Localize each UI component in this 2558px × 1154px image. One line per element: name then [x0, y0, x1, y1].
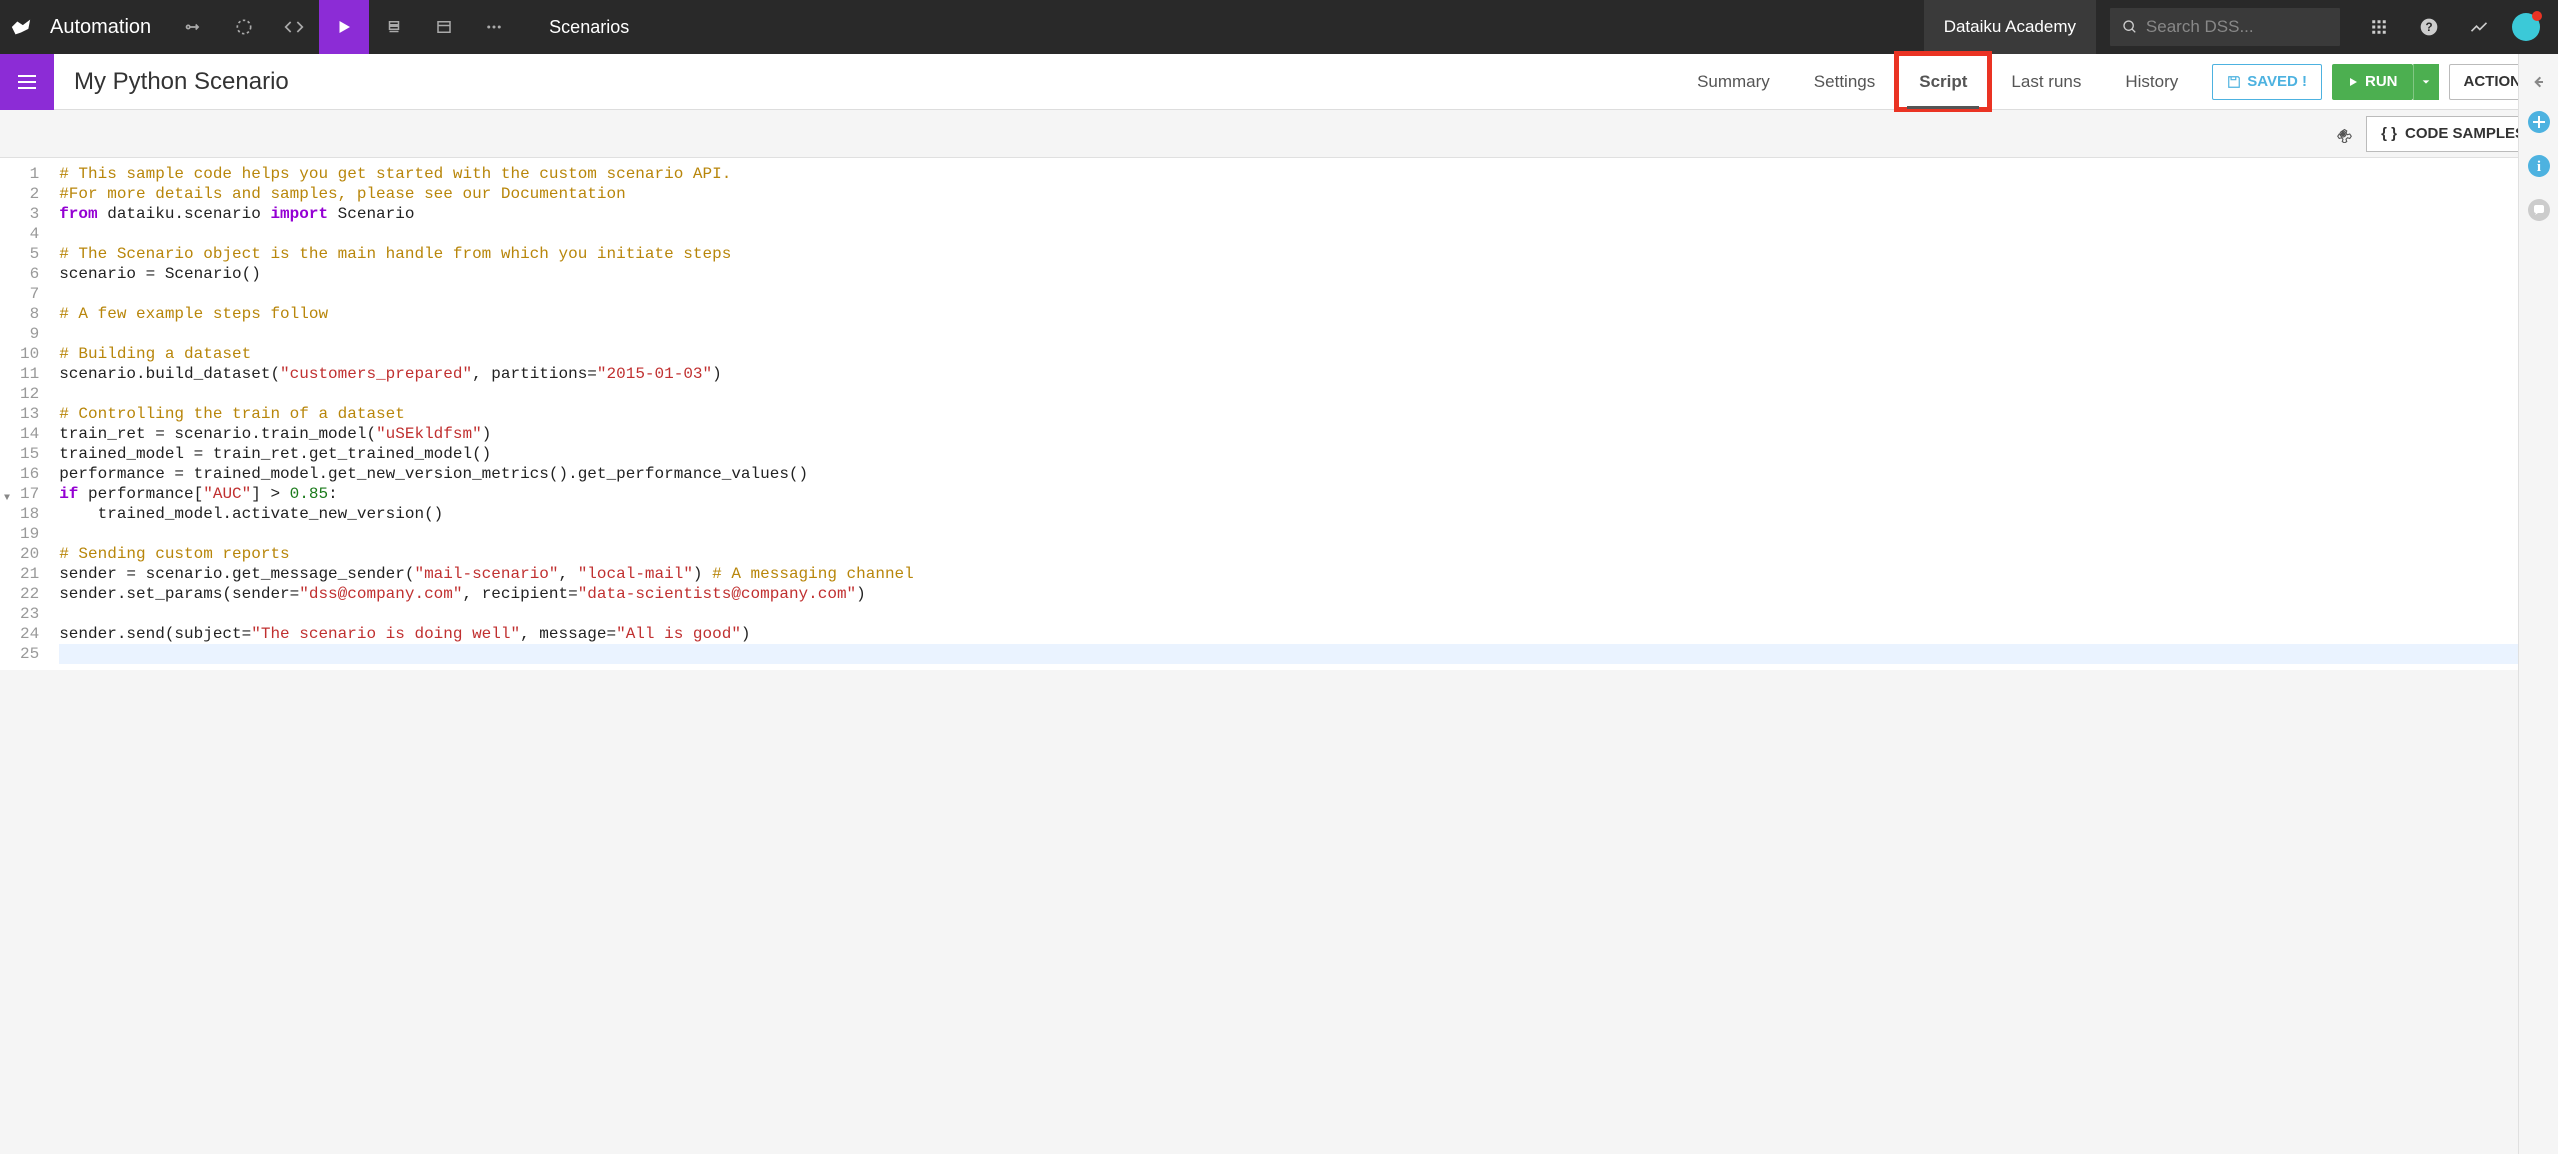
code-line[interactable] [59, 524, 2548, 544]
topbar-left: Automation [0, 0, 519, 54]
tab-summary[interactable]: Summary [1675, 54, 1792, 109]
play-icon[interactable] [319, 0, 369, 54]
topbar-right: Dataiku Academy ? [1924, 0, 2558, 54]
search-icon [2122, 18, 2138, 36]
dataiku-logo-icon[interactable] [0, 0, 42, 54]
code-line[interactable] [59, 604, 2548, 624]
code-line[interactable]: # This sample code helps you get started… [59, 164, 2548, 184]
topbar-nav-icons [169, 0, 519, 54]
tab-last-runs[interactable]: Last runs [1989, 54, 2103, 109]
save-icon [2227, 75, 2241, 89]
circle-dashed-icon[interactable] [219, 0, 269, 54]
play-small-icon [2347, 76, 2359, 88]
run-button-group: RUN [2332, 64, 2439, 100]
braces-icon: { } [2381, 125, 2397, 142]
code-line[interactable] [59, 644, 2548, 664]
panel-icon[interactable] [419, 0, 469, 54]
tab-settings[interactable]: Settings [1792, 54, 1897, 109]
topbar-center: Scenarios [519, 17, 1924, 38]
code-line[interactable]: from dataiku.scenario import Scenario [59, 204, 2548, 224]
saved-button[interactable]: SAVED ! [2212, 64, 2322, 100]
search-box[interactable] [2110, 8, 2340, 46]
user-avatar[interactable] [2512, 13, 2540, 41]
code-line[interactable]: sender.set_params(sender="dss@company.co… [59, 584, 2548, 604]
tab-history[interactable]: History [2103, 54, 2200, 109]
plus-circle-icon[interactable] [2527, 110, 2551, 134]
more-icon[interactable] [469, 0, 519, 54]
chat-circle-icon[interactable] [2527, 198, 2551, 222]
code-line[interactable]: # A few example steps follow [59, 304, 2548, 324]
tab-script[interactable]: Script [1897, 54, 1989, 109]
code-line[interactable]: scenario.build_dataset("customers_prepar… [59, 364, 2548, 384]
stack-icon[interactable] [369, 0, 419, 54]
code-line[interactable]: # Controlling the train of a dataset [59, 404, 2548, 424]
editor-container: 12345678910111213141516▼1718192021222324… [0, 158, 2558, 670]
code-line[interactable] [59, 324, 2548, 344]
info-circle-icon[interactable]: i [2527, 154, 2551, 178]
collapse-arrow-icon[interactable] [2531, 74, 2547, 90]
editor-toolbar: { } CODE SAMPLES [0, 110, 2558, 158]
code-line[interactable]: if performance["AUC"] > 0.85: [59, 484, 2548, 504]
breadcrumb-label[interactable]: Scenarios [549, 17, 629, 38]
code-icon[interactable] [269, 0, 319, 54]
code-line[interactable]: sender.send(subject="The scenario is doi… [59, 624, 2548, 644]
scenario-tabs: SummarySettingsScriptLast runsHistory [1675, 54, 2200, 109]
code-line[interactable]: trained_model.activate_new_version() [59, 504, 2548, 524]
help-icon[interactable]: ? [2404, 0, 2454, 54]
code-line[interactable]: # Building a dataset [59, 344, 2548, 364]
scenario-actions: SAVED ! RUN ACTIONS [2200, 64, 2558, 100]
line-gutter: 12345678910111213141516▼1718192021222324… [0, 158, 49, 670]
academy-link[interactable]: Dataiku Academy [1924, 0, 2096, 54]
scenario-title: My Python Scenario [54, 68, 309, 96]
gear-icon[interactable] [2334, 125, 2352, 143]
code-line[interactable]: performance = trained_model.get_new_vers… [59, 464, 2548, 484]
run-dropdown[interactable] [2413, 64, 2439, 100]
svg-text:i: i [2536, 159, 2540, 175]
code-line[interactable] [59, 224, 2548, 244]
right-rail: i [2518, 54, 2558, 1154]
code-line[interactable] [59, 384, 2548, 404]
apps-grid-icon[interactable] [2354, 0, 2404, 54]
scenario-header: My Python Scenario SummarySettingsScript… [0, 54, 2558, 110]
code-line[interactable]: trained_model = train_ret.get_trained_mo… [59, 444, 2548, 464]
saved-label: SAVED ! [2247, 73, 2307, 90]
code-line[interactable]: # The Scenario object is the main handle… [59, 244, 2548, 264]
code-samples-label: CODE SAMPLES [2405, 125, 2525, 142]
code-line[interactable]: sender = scenario.get_message_sender("ma… [59, 564, 2548, 584]
code-line[interactable]: train_ret = scenario.train_model("uSEkld… [59, 424, 2548, 444]
flow-icon[interactable] [169, 0, 219, 54]
code-body[interactable]: # This sample code helps you get started… [49, 158, 2558, 670]
run-button[interactable]: RUN [2332, 64, 2413, 100]
top-navigation: Automation Scenarios Dataiku Academy ? [0, 0, 2558, 54]
code-line[interactable]: #For more details and samples, please se… [59, 184, 2548, 204]
run-label: RUN [2365, 73, 2398, 90]
search-input[interactable] [2146, 17, 2328, 37]
fold-marker-icon[interactable]: ▼ [4, 489, 10, 509]
chevron-down-icon [2421, 77, 2431, 87]
code-line[interactable] [59, 284, 2548, 304]
activity-icon[interactable] [2454, 0, 2504, 54]
code-line[interactable]: scenario = Scenario() [59, 264, 2548, 284]
code-line[interactable]: # Sending custom reports [59, 544, 2548, 564]
scenario-list-icon[interactable] [0, 54, 54, 110]
code-editor[interactable]: 12345678910111213141516▼1718192021222324… [0, 158, 2558, 670]
code-samples-button[interactable]: { } CODE SAMPLES [2366, 116, 2540, 152]
svg-text:?: ? [2425, 21, 2432, 34]
section-title[interactable]: Automation [42, 16, 169, 39]
